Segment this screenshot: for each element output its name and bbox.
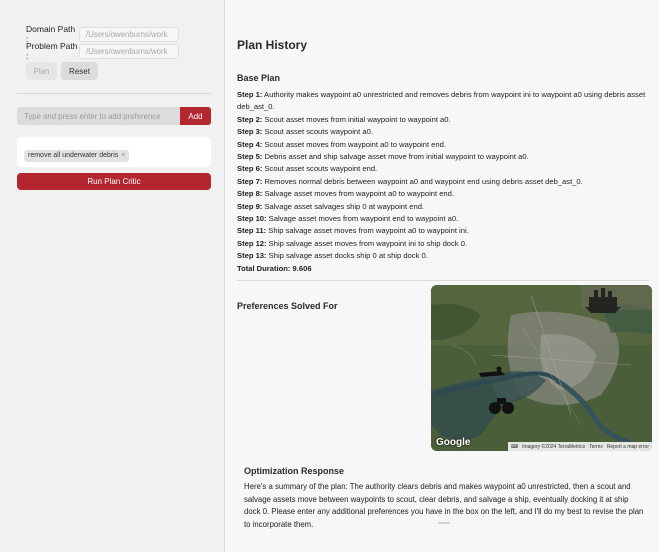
step-label: Step 12: <box>237 238 267 248</box>
step-text: Scout asset scouts waypoint end. <box>264 164 378 174</box>
plan-button[interactable]: Plan <box>26 62 57 80</box>
plan-step: Step 10: Salvage asset moves from waypoi… <box>237 213 651 225</box>
preference-input[interactable] <box>17 107 180 125</box>
step-label: Step 4: <box>237 139 263 149</box>
step-label: Step 6: <box>237 164 263 174</box>
imagery-credit: Imagery ©2024 TerraMetrics <box>522 443 586 450</box>
preference-entry: Add <box>17 107 211 125</box>
plan-steps: Step 1: Authority makes waypoint a0 unre… <box>237 89 651 275</box>
plan-step: Step 12: Ship salvage asset moves from w… <box>237 238 651 250</box>
step-label: Step 2: <box>237 114 263 124</box>
step-text: Salvage asset salvages ship 0 at waypoin… <box>264 201 425 211</box>
step-text: Salvage asset moves from waypoint a0 to … <box>264 189 454 199</box>
plan-step: Step 9: Salvage asset salvages ship 0 at… <box>237 201 651 213</box>
close-icon[interactable]: × <box>121 152 125 159</box>
step-label: Step 7: <box>237 176 263 186</box>
scroll-indicator[interactable] <box>438 522 450 524</box>
preferences-heading: Preferences Solved For <box>237 301 338 311</box>
step-text: Authority makes waypoint a0 unrestricted… <box>237 90 646 112</box>
plan-step: Step 8: Salvage asset moves from waypoin… <box>237 188 651 200</box>
main-panel: Plan History Base Plan Step 1: Authority… <box>225 0 659 552</box>
preference-tags: remove all underwater debris × <box>17 137 211 167</box>
step-label: Step 13: <box>237 251 267 261</box>
step-text: Ship salvage asset moves from waypoint i… <box>268 238 468 248</box>
step-label: Step 10: <box>237 214 267 224</box>
step-text: Removes normal debris between waypoint a… <box>264 176 583 186</box>
step-text: Debris asset and ship salvage asset move… <box>264 152 529 162</box>
step-label: Step 9: <box>237 201 263 211</box>
problem-path-row: Problem Path : <box>26 41 179 61</box>
run-plan-critic-button[interactable]: Run Plan Critic <box>17 173 211 190</box>
keyboard-icon[interactable]: ⌨ <box>511 444 518 450</box>
plan-step: Step 7: Removes normal debris between wa… <box>237 176 651 188</box>
plan-step: Step 3: Scout asset scouts waypoint a0. <box>237 126 651 138</box>
map-imagery <box>431 285 652 451</box>
section-divider <box>237 280 649 281</box>
sidebar-divider <box>17 93 211 94</box>
report-map-error-link[interactable]: Report a map error <box>607 444 649 450</box>
plan-step: Step 6: Scout asset scouts waypoint end. <box>237 163 651 175</box>
step-text: Scout asset moves from waypoint a0 to wa… <box>264 139 446 149</box>
step-label: Step 1: <box>237 90 263 99</box>
step-label: Step 3: <box>237 127 263 137</box>
optimization-heading: Optimization Response <box>244 466 345 476</box>
step-text: Scout asset scouts waypoint a0. <box>264 127 373 137</box>
step-label: Step 11: <box>237 226 267 236</box>
step-label: Step 8: <box>237 189 263 199</box>
sidebar: Domain Path : Problem Path : Plan Reset … <box>0 0 225 552</box>
step-label: Step 5: <box>237 152 263 162</box>
plan-step: Step 5: Debris asset and ship salvage as… <box>237 151 651 163</box>
step-text: Salvage asset moves from waypoint end to… <box>268 214 459 224</box>
base-plan-heading: Base Plan <box>237 73 281 83</box>
preference-tag: remove all underwater debris × <box>24 149 130 162</box>
google-logo: Google <box>436 437 471 448</box>
plan-step: Step 4: Scout asset moves from waypoint … <box>237 139 651 151</box>
problem-path-input[interactable] <box>79 43 179 59</box>
add-preference-button[interactable]: Add <box>180 107 211 125</box>
preference-tag-label: remove all underwater debris <box>28 152 119 159</box>
page-title: Plan History <box>237 38 308 52</box>
plan-step: Step 1: Authority makes waypoint a0 unre… <box>237 89 651 114</box>
plan-step: Step 13: Ship salvage asset docks ship 0… <box>237 250 651 262</box>
problem-path-label: Problem Path : <box>26 41 78 61</box>
domain-path-input[interactable] <box>79 26 179 42</box>
step-text: Ship salvage asset docks ship 0 at ship … <box>268 251 428 261</box>
total-duration: Total Duration: 9.606 <box>237 263 312 273</box>
reset-button[interactable]: Reset <box>61 62 98 80</box>
terms-link[interactable]: Terms <box>589 444 603 450</box>
plan-step: Step 11: Ship salvage asset moves from w… <box>237 225 651 237</box>
map-attribution: ⌨ Imagery ©2024 TerraMetrics Terms Repor… <box>507 442 652 451</box>
step-text: Scout asset moves from initial waypoint … <box>264 114 451 124</box>
step-text: Ship salvage asset moves from waypoint a… <box>268 226 469 236</box>
satellite-map[interactable]: Google ⌨ Imagery ©2024 TerraMetrics Term… <box>431 285 652 451</box>
plan-step: Step 2: Scout asset moves from initial w… <box>237 114 651 126</box>
